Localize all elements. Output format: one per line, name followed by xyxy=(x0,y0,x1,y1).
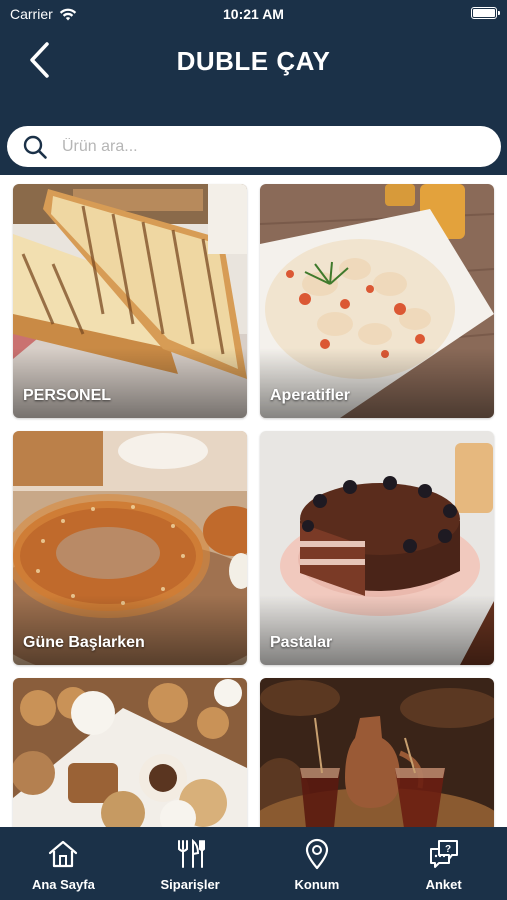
category-label: Aperatifler xyxy=(270,387,351,404)
svg-text:?: ? xyxy=(445,844,451,855)
category-card-tea[interactable] xyxy=(260,678,494,827)
battery-icon xyxy=(471,7,500,19)
search-icon xyxy=(23,135,47,159)
category-card-aperatifler[interactable]: Aperatifler xyxy=(260,184,494,418)
fork-knife-icon xyxy=(178,838,206,868)
category-card-cookies[interactable] xyxy=(13,678,247,827)
category-card-pastalar[interactable]: Pastalar xyxy=(260,431,494,665)
tab-label: Siparişler xyxy=(160,877,220,892)
status-time: 10:21 AM xyxy=(223,6,284,22)
category-card-personel[interactable]: PERSONEL xyxy=(13,184,247,418)
survey-chat-icon: ? xyxy=(429,840,458,868)
category-label: Pastalar xyxy=(270,634,333,651)
category-grid: PERSONEL Aperatifler Güne Başlarken Past… xyxy=(13,184,494,827)
cookies-image xyxy=(13,678,247,827)
category-list: PERSONEL Aperatifler Güne Başlarken Past… xyxy=(0,175,507,827)
location-pin-icon xyxy=(305,838,328,870)
search-bar xyxy=(7,126,501,167)
turkish-tea-image xyxy=(260,678,494,827)
tab-label: Konum xyxy=(294,877,340,892)
tab-survey[interactable]: ? Anket xyxy=(380,827,507,900)
page-title: DUBLE ÇAY xyxy=(176,46,331,76)
home-icon xyxy=(49,840,78,868)
nav-header: DUBLE ÇAY xyxy=(0,28,507,96)
tab-home[interactable]: Ana Sayfa xyxy=(0,827,127,900)
tab-bar: Ana Sayfa Siparişler Konum ? Anket xyxy=(0,827,507,900)
status-bar: Carrier 10:21 AM xyxy=(0,0,507,28)
tab-label: Anket xyxy=(425,877,462,892)
category-label: Güne Başlarken xyxy=(23,634,145,651)
tab-orders[interactable]: Siparişler xyxy=(127,827,254,900)
search-input[interactable] xyxy=(62,137,501,156)
tab-location[interactable]: Konum xyxy=(254,827,381,900)
category-label: PERSONEL xyxy=(23,387,112,404)
category-card-gune-baslarken[interactable]: Güne Başlarken xyxy=(13,431,247,665)
tab-label: Ana Sayfa xyxy=(31,877,95,892)
